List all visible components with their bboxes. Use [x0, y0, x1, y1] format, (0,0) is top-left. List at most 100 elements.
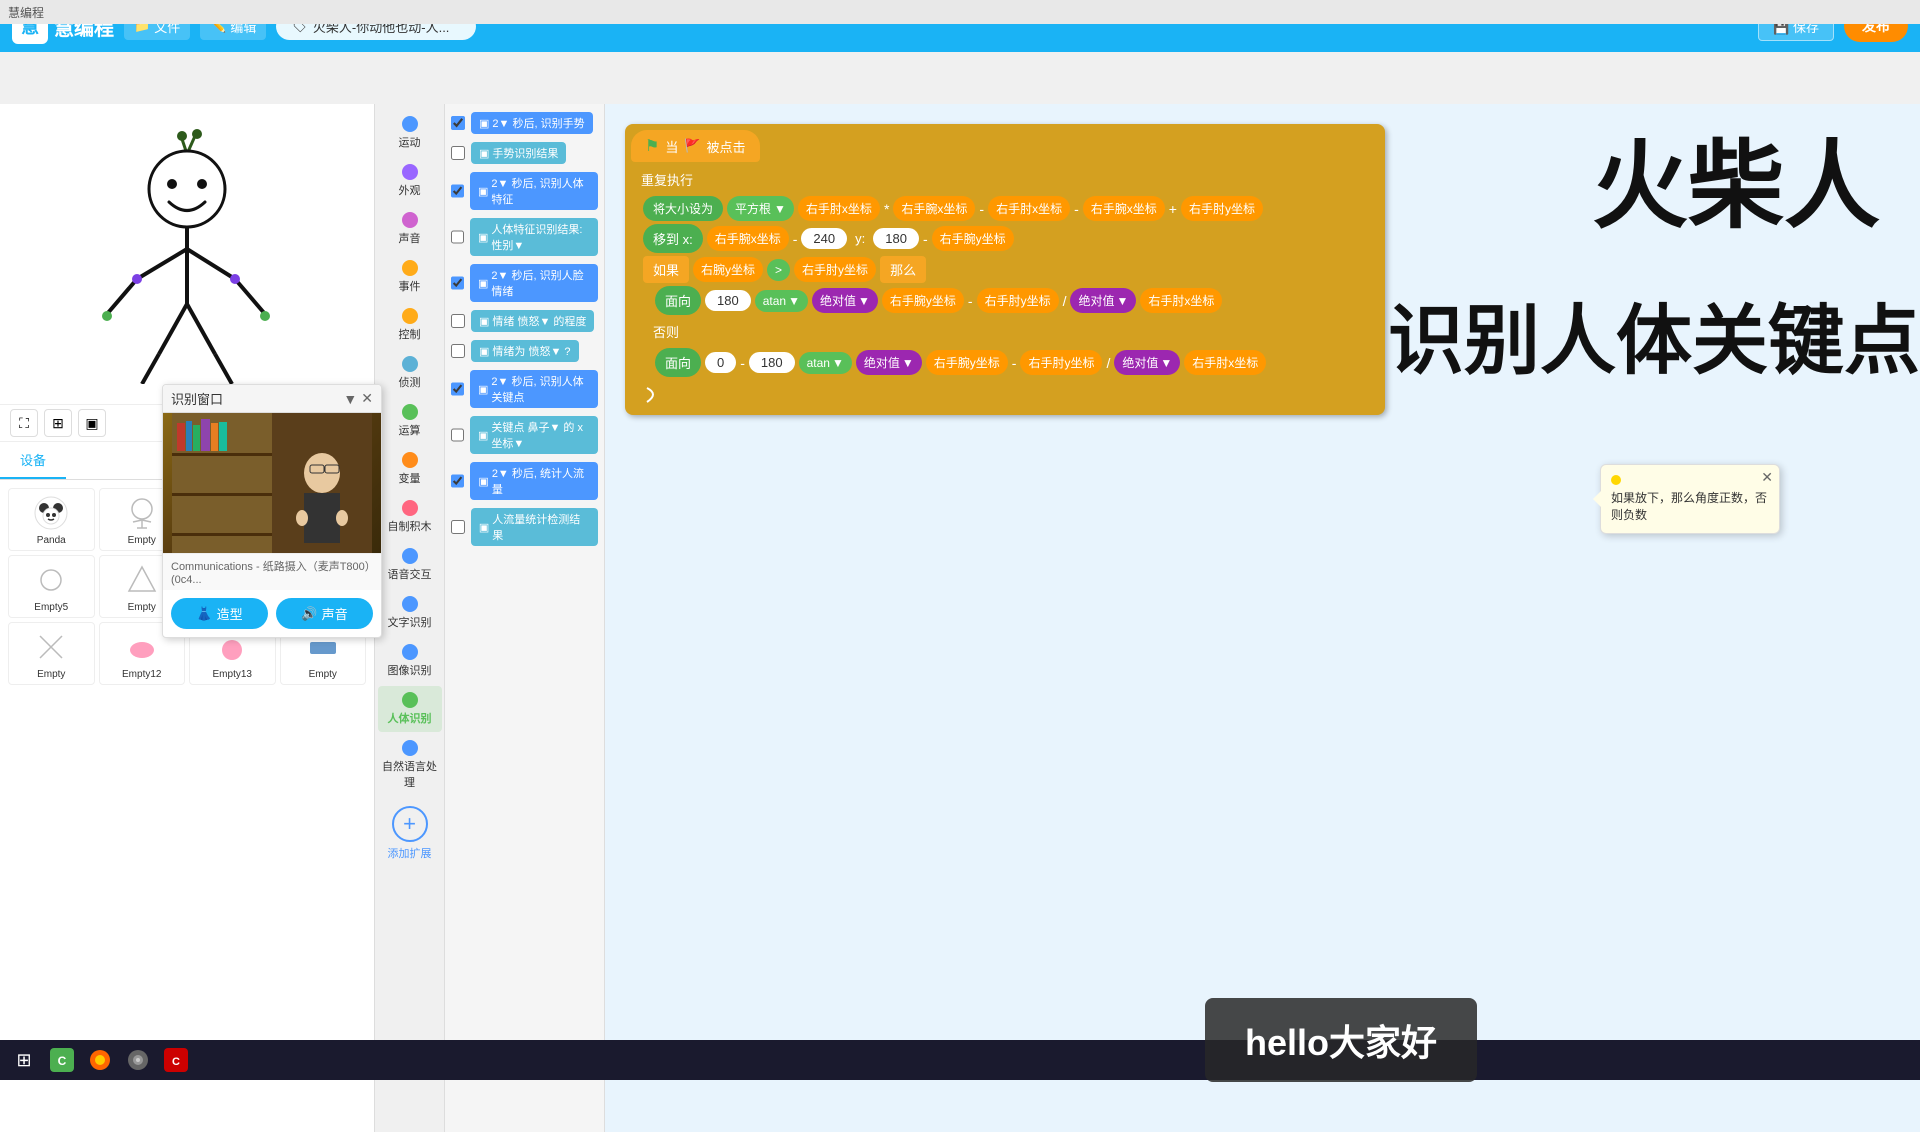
- abs-block-4[interactable]: 绝对值 ▼: [1114, 350, 1180, 375]
- right-wrist-x-2[interactable]: 右手腕x坐标: [1083, 196, 1165, 221]
- device-tab[interactable]: 设备: [0, 442, 66, 479]
- block-item-11: ▣ 人流量统计检测结果: [451, 506, 598, 548]
- close-bracket-icon: [643, 384, 663, 404]
- block-btn-6[interactable]: ▣ 情绪 愤怒▼ 的程度: [471, 310, 594, 332]
- block-btn-9[interactable]: ▣ 关键点 鼻子▼ 的 x坐标▼: [470, 416, 598, 454]
- if-block[interactable]: 如果: [643, 256, 689, 283]
- right-hand-y-2[interactable]: 右手肘y坐标: [794, 257, 876, 282]
- right-wrist-x-4[interactable]: 右手肘x坐标: [1140, 288, 1222, 313]
- cat-events[interactable]: 事件: [378, 254, 442, 300]
- right-wrist-y-2[interactable]: 右腕y坐标: [693, 257, 763, 282]
- recognition-close-btn[interactable]: ✕: [361, 390, 373, 407]
- taskbar-app-3[interactable]: C: [160, 1044, 192, 1076]
- block-btn-4[interactable]: ▣ 人体特征识别结果: 性别▼: [470, 218, 598, 256]
- face-block-1[interactable]: 面向: [655, 286, 701, 315]
- else-block[interactable]: 否则: [643, 318, 689, 345]
- right-hand-y-3[interactable]: 右手肘y坐标: [977, 288, 1059, 313]
- block-check-11[interactable]: [451, 520, 465, 534]
- right-wrist-y-1[interactable]: 右手腕y坐标: [932, 226, 1014, 251]
- num-240[interactable]: 240: [801, 228, 847, 249]
- block-btn-11[interactable]: ▣ 人流量统计检测结果: [471, 508, 598, 546]
- cat-looks[interactable]: 外观: [378, 158, 442, 204]
- cat-label-looks: 外观: [399, 182, 421, 198]
- block-check-1[interactable]: [451, 116, 465, 130]
- set-size-block[interactable]: 将大小设为: [643, 196, 723, 221]
- costume-button[interactable]: 👗 造型: [171, 598, 268, 629]
- repeat-block[interactable]: 重复执行: [631, 166, 703, 193]
- sound-button[interactable]: 🔊 声音: [276, 598, 373, 629]
- cat-variables[interactable]: 变量: [378, 446, 442, 492]
- sprite-item-empty5[interactable]: Empty5: [8, 555, 95, 618]
- sqrt-dropdown: ▼: [774, 202, 786, 216]
- block-check-10[interactable]: [451, 474, 464, 488]
- right-wrist-x-5[interactable]: 右手肘x坐标: [1184, 350, 1266, 375]
- right-hand-y-1[interactable]: 右手肘y坐标: [1181, 196, 1263, 221]
- sprite-item-panda[interactable]: Panda: [8, 488, 95, 551]
- cat-operators[interactable]: 运算: [378, 398, 442, 444]
- block-btn-3[interactable]: ▣ 2▼ 秒后, 识别人体特征: [470, 172, 598, 210]
- num-0[interactable]: 0: [705, 352, 736, 373]
- sqrt-block[interactable]: 平方根 ▼: [727, 196, 794, 221]
- fullscreen-btn[interactable]: ⛶: [10, 409, 38, 437]
- block-btn-5[interactable]: ▣ 2▼ 秒后, 识别人脸情绪: [470, 264, 598, 302]
- tooltip-close-btn[interactable]: ✕: [1761, 469, 1773, 486]
- num-180[interactable]: 180: [873, 228, 919, 249]
- block-check-2[interactable]: [451, 146, 465, 160]
- abs-block-1[interactable]: 绝对值 ▼: [812, 288, 878, 313]
- cat-myblocks[interactable]: 自制积木: [378, 494, 442, 540]
- block-check-7[interactable]: [451, 344, 465, 358]
- block-check-8[interactable]: [451, 382, 464, 396]
- taskbar-browser[interactable]: [84, 1044, 116, 1076]
- cat-dot-voice: [402, 548, 418, 564]
- grid-btn[interactable]: ⊞: [44, 409, 72, 437]
- recognition-collapse-btn[interactable]: ▼: [343, 390, 357, 407]
- block-icon-6: ▣: [479, 315, 489, 328]
- then-block[interactable]: 那么: [880, 256, 926, 283]
- num-180c[interactable]: 180: [749, 352, 795, 373]
- num-180b[interactable]: 180: [705, 290, 751, 311]
- right-wrist-y-4[interactable]: 右手腕y坐标: [926, 350, 1008, 375]
- taskbar-app-1[interactable]: C: [46, 1044, 78, 1076]
- right-wrist-x-1[interactable]: 右手腕x坐标: [893, 196, 975, 221]
- right-elbow-x-2[interactable]: 右手肘x坐标: [988, 196, 1070, 221]
- right-hand-y-4[interactable]: 右手肘y坐标: [1020, 350, 1102, 375]
- cat-voice[interactable]: 语音交互: [378, 542, 442, 588]
- block-btn-1[interactable]: ▣ 2▼ 秒后, 识别手势: [471, 112, 593, 134]
- block-btn-2[interactable]: ▣ 手势识别结果: [471, 142, 566, 164]
- add-extension-btn[interactable]: + 添加扩展: [380, 798, 440, 869]
- sprite-item-3[interactable]: Empty: [8, 622, 95, 685]
- move-x-block[interactable]: 移到 x:: [643, 224, 703, 253]
- layout-btn[interactable]: ▣: [78, 409, 106, 437]
- cat-sensing[interactable]: 侦测: [378, 350, 442, 396]
- cat-image-recog[interactable]: 图像识别: [378, 638, 442, 684]
- right-elbow-x-1[interactable]: 右手肘x坐标: [798, 196, 880, 221]
- block-btn-7[interactable]: ▣ 情绪为 愤怒▼ ?: [471, 340, 579, 362]
- taskbar-app-2[interactable]: [122, 1044, 154, 1076]
- block-check-6[interactable]: [451, 314, 465, 328]
- block-btn-8[interactable]: ▣ 2▼ 秒后, 识别人体关键点: [470, 370, 598, 408]
- cat-motion[interactable]: 运动: [378, 110, 442, 156]
- block-btn-10[interactable]: ▣ 2▼ 秒后, 统计人流量: [470, 462, 598, 500]
- block-check-3[interactable]: [451, 184, 464, 198]
- hat-block[interactable]: ⚑ 当 🚩 被点击: [631, 130, 760, 162]
- block-check-4[interactable]: [451, 230, 464, 244]
- atan-block-2[interactable]: atan ▼: [799, 352, 852, 374]
- cat-control[interactable]: 控制: [378, 302, 442, 348]
- svg-text:C: C: [58, 1054, 67, 1068]
- abs-block-2[interactable]: 绝对值 ▼: [1070, 288, 1136, 313]
- cat-body-recog[interactable]: 人体识别: [378, 686, 442, 732]
- block-check-5[interactable]: [451, 276, 464, 290]
- blocks-outer: 运动 外观 声音 事件 控制 侦测: [375, 104, 605, 1132]
- right-wrist-x-3[interactable]: 右手腕x坐标: [707, 226, 789, 251]
- face-block-2[interactable]: 面向: [655, 348, 701, 377]
- block-check-9[interactable]: [451, 428, 464, 442]
- cat-nlp[interactable]: 自然语言处理: [378, 734, 442, 796]
- cat-text-recog[interactable]: 文字识别: [378, 590, 442, 636]
- right-wrist-y-3[interactable]: 右手腕y坐标: [882, 288, 964, 313]
- atan-block-1[interactable]: atan ▼: [755, 290, 808, 312]
- abs-block-3[interactable]: 绝对值 ▼: [856, 350, 922, 375]
- taskbar-start-btn[interactable]: ⊞: [8, 1044, 40, 1076]
- gt-block[interactable]: >: [767, 259, 790, 281]
- sprite-icon-panda: [31, 493, 71, 533]
- cat-sound[interactable]: 声音: [378, 206, 442, 252]
